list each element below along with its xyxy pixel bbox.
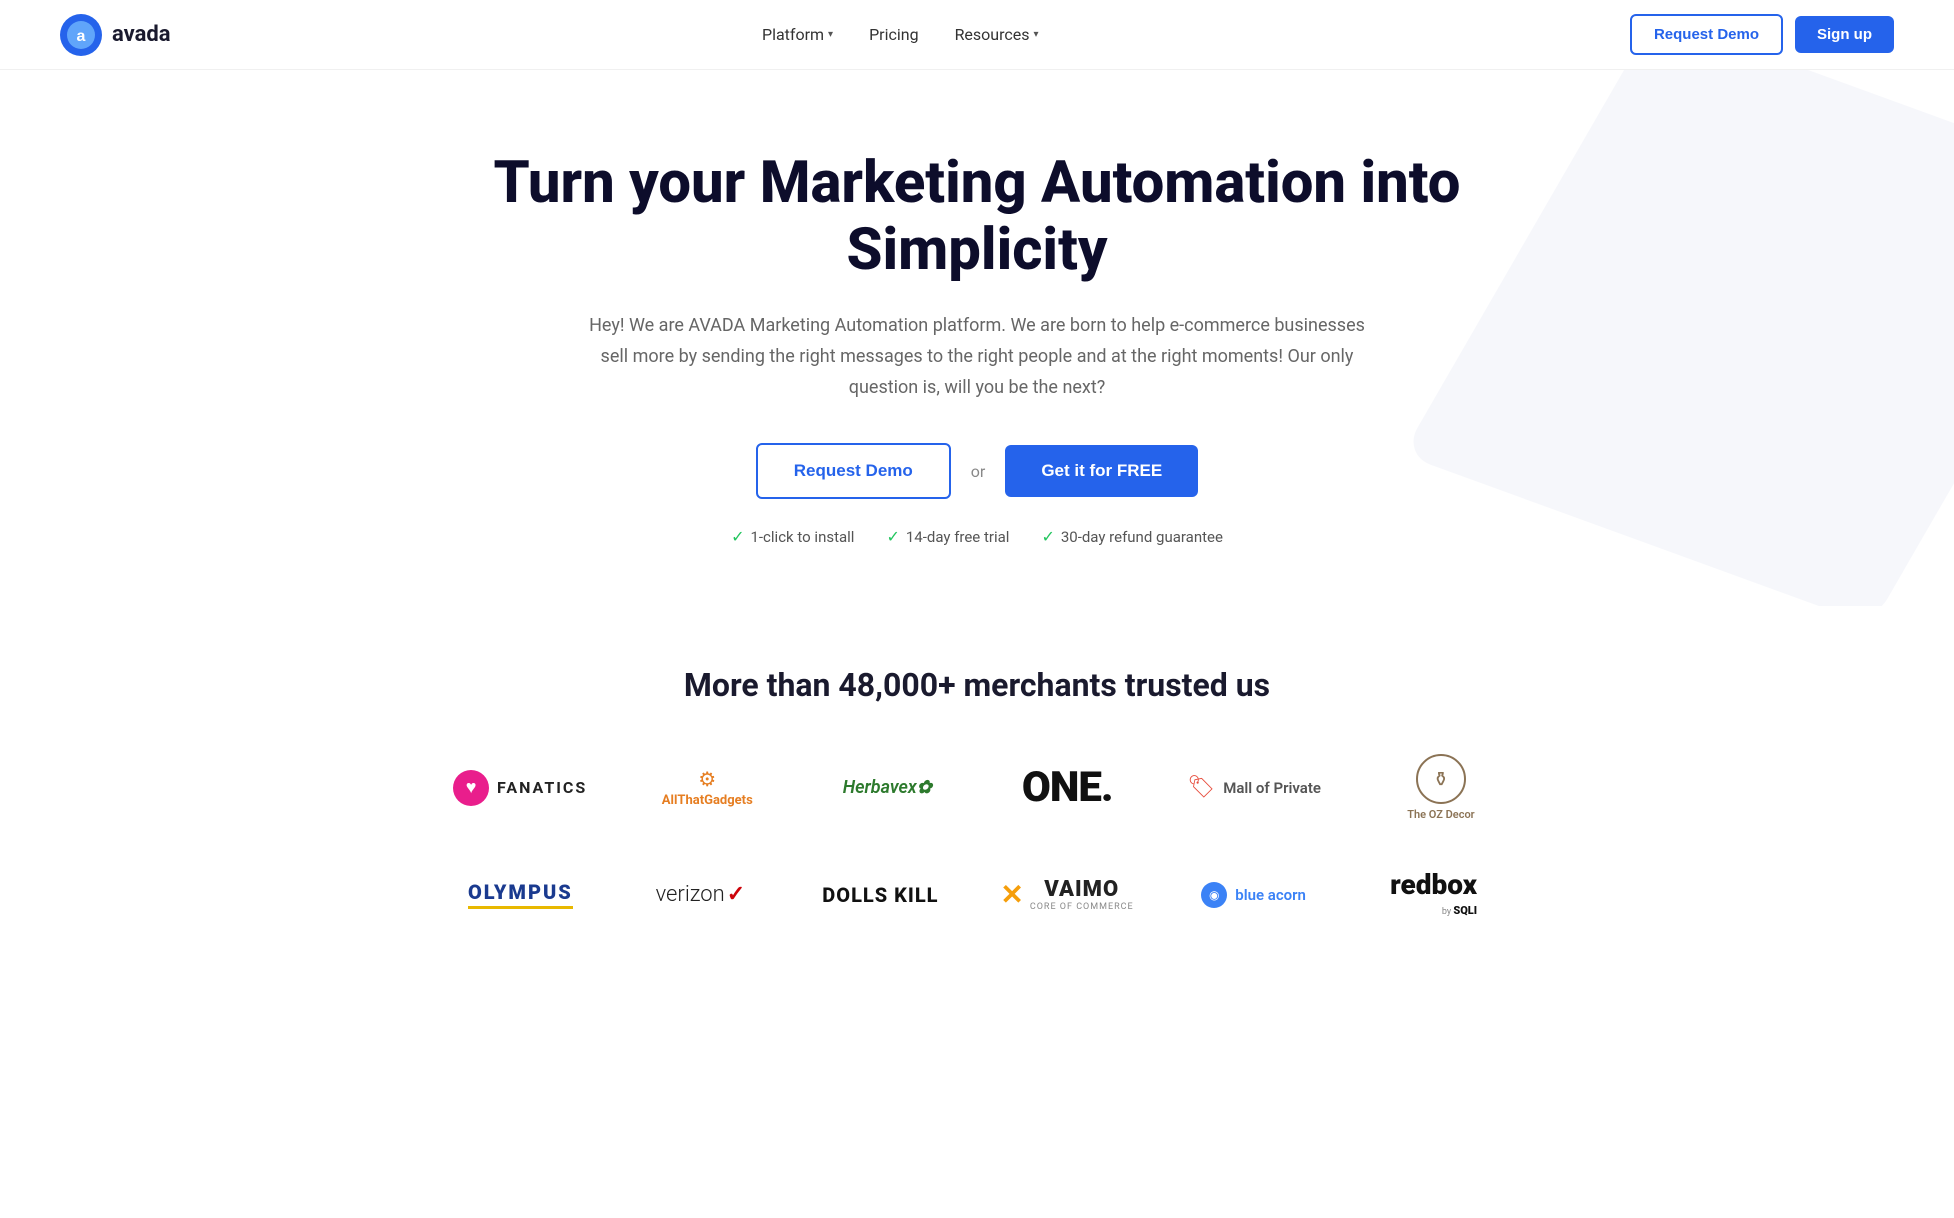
- nav-resources[interactable]: Resources ▾: [941, 17, 1053, 52]
- trusted-title: More than 48,000+ merchants trusted us: [40, 666, 1914, 704]
- logo-one: ONE.: [1007, 763, 1127, 812]
- redbox-byline: by SQLI: [1442, 899, 1477, 918]
- logo-fanatics: ♥ FANATICS: [453, 770, 587, 806]
- redbox-main-text: redbox: [1390, 871, 1477, 899]
- logos-row-2: OLYMPUS verizon ✓ DOLLS KILL ✕ VAIMO COR…: [40, 871, 1914, 918]
- hero-request-demo-button[interactable]: Request Demo: [756, 443, 951, 499]
- herbavex-text: Herbavex✿: [843, 777, 932, 798]
- hero-content: Turn your Marketing Automation into Simp…: [40, 150, 1914, 546]
- badge-install-text: 1-click to install: [750, 528, 854, 546]
- redbox-by-text: by: [1442, 907, 1454, 917]
- verizon-check-icon: ✓: [727, 882, 745, 907]
- check-icon-1: ✓: [731, 527, 744, 546]
- nav-platform-label: Platform: [762, 25, 824, 44]
- allthat-text: AllThatGadgets: [662, 793, 753, 808]
- verizon-text: verizon: [656, 882, 725, 907]
- vaimo-main-text: VAIMO: [1030, 877, 1134, 902]
- nav-signup-button[interactable]: Sign up: [1795, 16, 1894, 53]
- redbox-sqli-text: SQLI: [1453, 904, 1477, 917]
- trusted-section: More than 48,000+ merchants trusted us ♥…: [0, 606, 1954, 1008]
- mall-text: Mall of Private: [1223, 779, 1321, 797]
- one-text: ONE.: [1022, 763, 1113, 812]
- mall-icon: 🏷: [1187, 775, 1215, 800]
- nav-cta-area: Request Demo Sign up: [1630, 14, 1894, 55]
- hero-buttons: Request Demo or Get it for FREE: [40, 443, 1914, 499]
- hero-badges: ✓ 1-click to install ✓ 14-day free trial…: [40, 527, 1914, 546]
- logo-ozdecor: ⚱ The OZ Decor: [1381, 754, 1501, 821]
- nav-pricing-label: Pricing: [869, 25, 919, 44]
- badge-refund-text: 30-day refund guarantee: [1061, 528, 1223, 546]
- nav-request-demo-button[interactable]: Request Demo: [1630, 14, 1783, 55]
- hero-title: Turn your Marketing Automation into Simp…: [427, 150, 1527, 283]
- logo-olympus: OLYMPUS: [460, 880, 580, 909]
- check-icon-2: ✓: [886, 527, 899, 546]
- hero-subtitle: Hey! We are AVADA Marketing Automation p…: [587, 311, 1367, 403]
- hero-get-free-button[interactable]: Get it for FREE: [1005, 445, 1198, 497]
- logo-verizon: verizon ✓: [640, 882, 760, 907]
- logo-dollskill: DOLLS KILL: [820, 883, 940, 907]
- logo-redbox: redbox by SQLI: [1374, 871, 1494, 918]
- check-icon-3: ✓: [1041, 527, 1054, 546]
- nav-resources-label: Resources: [955, 25, 1030, 44]
- vaimo-sub-text: CORE OF COMMERCE: [1030, 902, 1134, 912]
- badge-install: ✓ 1-click to install: [731, 527, 854, 546]
- chevron-down-icon: ▾: [828, 29, 833, 40]
- logo-vaimo: ✕ VAIMO CORE OF COMMERCE: [1000, 877, 1133, 912]
- fanatics-heart-icon: ♥: [453, 770, 489, 806]
- dollskill-text: DOLLS KILL: [822, 883, 938, 907]
- logo-herbavex: Herbavex✿: [827, 777, 947, 798]
- svg-text:a: a: [77, 28, 86, 45]
- hero-or-text: or: [971, 462, 986, 481]
- vaimo-text-block: VAIMO CORE OF COMMERCE: [1030, 877, 1134, 912]
- nav-pricing[interactable]: Pricing: [855, 17, 933, 52]
- logo-text: avada: [112, 22, 171, 47]
- avada-logo-icon: a: [60, 14, 102, 56]
- logos-row-1: ♥ FANATICS ⚙ AllThatGadgets Herbavex✿ ON…: [40, 754, 1914, 821]
- olympus-text: OLYMPUS: [468, 880, 573, 909]
- navbar: a avada Platform ▾ Pricing Resources ▾ R…: [0, 0, 1954, 70]
- chevron-down-icon-2: ▾: [1034, 29, 1039, 40]
- badge-trial: ✓ 14-day free trial: [886, 527, 1009, 546]
- logo[interactable]: a avada: [60, 14, 171, 56]
- nav-platform[interactable]: Platform ▾: [748, 17, 847, 52]
- logo-allthatgadgets: ⚙ AllThatGadgets: [647, 767, 767, 808]
- nav-links: Platform ▾ Pricing Resources ▾: [748, 17, 1053, 52]
- ozdecor-text: The OZ Decor: [1407, 808, 1474, 821]
- blueacorn-icon: ◉: [1201, 882, 1227, 908]
- allthat-icon: ⚙: [698, 767, 716, 791]
- fanatics-text: FANATICS: [497, 778, 587, 797]
- vaimo-x-icon: ✕: [1000, 878, 1023, 911]
- ozdecor-circle-icon: ⚱: [1416, 754, 1466, 804]
- logo-mall-of-private: 🏷 Mall of Private: [1187, 775, 1321, 800]
- hero-section: Turn your Marketing Automation into Simp…: [0, 70, 1954, 606]
- badge-refund: ✓ 30-day refund guarantee: [1041, 527, 1222, 546]
- blueacorn-text: blue acorn: [1235, 886, 1306, 904]
- logo-blueacorn: ◉ blue acorn: [1194, 882, 1314, 908]
- badge-trial-text: 14-day free trial: [906, 528, 1010, 546]
